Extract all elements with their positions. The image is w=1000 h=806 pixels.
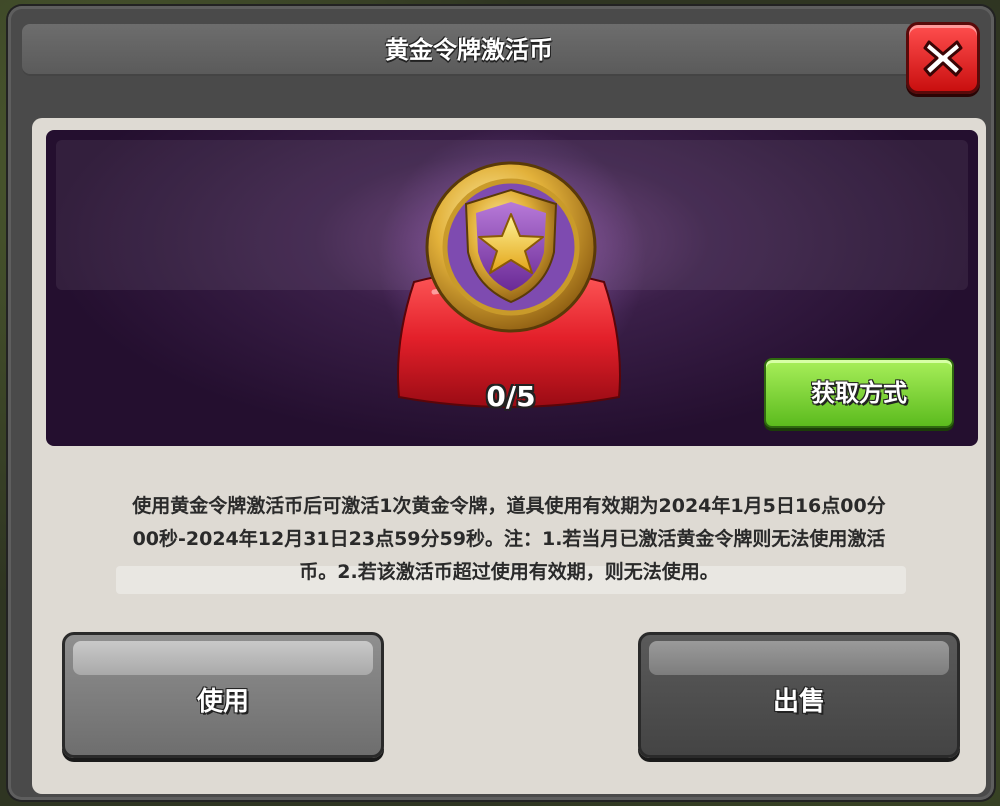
use-button-label: 使用 <box>196 687 249 717</box>
close-icon <box>923 40 963 77</box>
description-line-2: 00秒-2024年12月31日23点59分59秒。注：1.若当月已激活黄金令牌则… <box>132 528 886 550</box>
title-bar: 黄金令牌激活币 <box>22 24 916 76</box>
item-description: 使用黄金令牌激活币后可激活1次黄金令牌，道具使用有效期为2024年1月5日16点… <box>56 490 962 589</box>
content-panel: 0/5 获取方式 使用黄金令牌激活币后可激活1次黄金令牌，道具使用有效期为202… <box>32 118 986 794</box>
close-button[interactable] <box>906 22 980 94</box>
description-line-3: 币。2.若该激活币超过使用有效期，则无法使用。 <box>299 561 719 583</box>
item-dialog: 黄金令牌激活币 0/5 获取方式 使用黄金令牌激活币后可激活1次黄金令牌，道具使… <box>8 6 994 800</box>
gold-token-coin-icon <box>425 161 597 333</box>
description-line-1: 使用黄金令牌激活币后可激活1次黄金令牌，道具使用有效期为2024年1月5日16点… <box>132 495 886 517</box>
item-banner: 0/5 获取方式 <box>46 130 978 446</box>
sell-button[interactable]: 出售 <box>638 632 960 758</box>
dialog-title: 黄金令牌激活币 <box>385 36 553 64</box>
description-box: 使用黄金令牌激活币后可激活1次黄金令牌，道具使用有效期为2024年1月5日16点… <box>56 472 962 602</box>
sell-button-highlight <box>649 641 949 675</box>
sell-button-label: 出售 <box>772 687 825 717</box>
use-button[interactable]: 使用 <box>62 632 384 758</box>
get-method-button[interactable]: 获取方式 <box>764 358 954 428</box>
use-button-highlight <box>73 641 373 675</box>
item-count: 0/5 <box>486 380 536 413</box>
